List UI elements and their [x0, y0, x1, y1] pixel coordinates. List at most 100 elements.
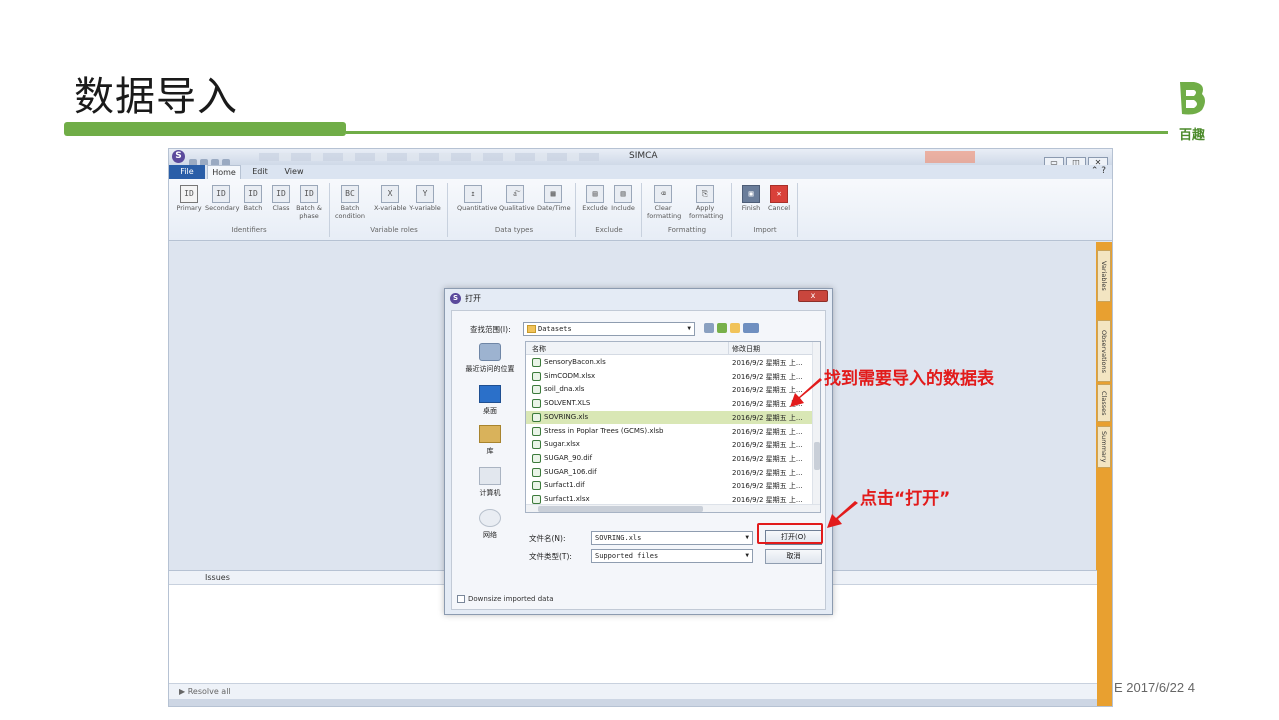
- network-icon: [479, 509, 501, 527]
- back-icon[interactable]: [704, 323, 714, 333]
- file-list-horizontal-scrollbar[interactable]: [526, 504, 820, 512]
- open-file-dialog: S 打开 x 查找范围(I): Datasets ▼ 最近访问的位置 桌面 库 …: [444, 288, 833, 615]
- downsize-checkbox[interactable]: Downsize imported data: [457, 595, 554, 603]
- look-in-combobox[interactable]: Datasets ▼: [523, 322, 695, 336]
- ribbon: ID Primary ID Secondary ID Batch ID Class ID…: [169, 179, 1112, 241]
- id-icon: ID: [272, 185, 290, 203]
- date-time-button[interactable]: ▦ Date/Time: [537, 183, 571, 221]
- look-in-value: Datasets: [538, 325, 572, 333]
- scroll-thumb[interactable]: [814, 442, 820, 470]
- file-row[interactable]: SOLVENT.XLS 2016/9/2 星期五 上...: [526, 397, 814, 411]
- dock-tab-summary[interactable]: Summary: [1097, 426, 1111, 468]
- dock-tab-variables[interactable]: Variables: [1097, 250, 1111, 302]
- y-variable-button[interactable]: Y Y-variable: [409, 183, 441, 221]
- file-row[interactable]: SUGAR_106.dif 2016/9/2 星期五 上...: [526, 466, 814, 480]
- view-menu-icon[interactable]: [743, 323, 759, 333]
- file-name: SimCODM.xlsx: [544, 371, 596, 380]
- file-icon: [532, 481, 541, 491]
- file-name-value: SOVRING.xls: [595, 534, 642, 542]
- cancel-button[interactable]: 取消: [765, 549, 822, 564]
- qualitative-button[interactable]: a͠ Qualitative: [499, 183, 535, 221]
- tab-view[interactable]: View: [279, 165, 309, 179]
- brand-logo-icon: [1180, 82, 1205, 115]
- title-underline-thick: [64, 122, 346, 136]
- file-name-input[interactable]: SOVRING.xls ▼: [591, 531, 753, 545]
- file-type-select[interactable]: Supported files ▼: [591, 549, 753, 563]
- batch-phase-id-button[interactable]: ID Batch & phase: [293, 183, 325, 221]
- footer-date-page: E 2017/6/22 4: [1114, 680, 1195, 695]
- file-date: 2016/9/2 星期五 上...: [732, 482, 803, 491]
- batch-condition-button[interactable]: BC Batch condition: [334, 183, 366, 221]
- tab-home[interactable]: Home: [207, 165, 241, 179]
- annotation-click-open: 点击“打开”: [860, 489, 951, 509]
- new-folder-icon[interactable]: [730, 323, 740, 333]
- quick-access-toolbar[interactable]: [189, 152, 239, 167]
- file-row[interactable]: soil_dna.xls 2016/9/2 星期五 上...: [526, 383, 814, 397]
- chevron-down-icon: ▼: [745, 534, 749, 541]
- file-icon: [532, 385, 541, 395]
- dialog-close-button[interactable]: x: [798, 290, 828, 302]
- include-button[interactable]: ▥ Include: [607, 183, 639, 221]
- apply-formatting-button[interactable]: ⎘ Apply formatting: [689, 183, 723, 221]
- dialog-nav-toolbar: [704, 323, 762, 333]
- group-label-data-types: Data types: [494, 226, 534, 234]
- file-name: Surfact1.xlsx: [544, 495, 590, 503]
- save-disk-icon: ▣: [742, 185, 760, 203]
- place-libraries[interactable]: 库: [460, 425, 520, 456]
- checkbox-box[interactable]: [457, 595, 465, 603]
- simca-logo-icon: S: [172, 150, 185, 163]
- column-header-name[interactable]: 名称: [532, 344, 546, 354]
- resolve-bar: ▶ Resolve all: [169, 683, 1097, 699]
- place-recent[interactable]: 最近访问的位置: [460, 343, 520, 374]
- file-icon: [532, 358, 541, 367]
- clear-formatting-button[interactable]: ⌫ Clear formatting: [647, 183, 681, 221]
- resolve-all-link[interactable]: ▶ Resolve all: [179, 687, 231, 696]
- look-in-label: 查找范围(I):: [470, 325, 511, 334]
- file-list-header: 名称 修改日期: [526, 342, 820, 355]
- dock-tab-observations[interactable]: Observations: [1097, 320, 1111, 382]
- group-label-formatting: Formatting: [667, 226, 707, 234]
- issues-label: Issues: [205, 573, 230, 582]
- y-icon: Y: [416, 185, 434, 203]
- tab-file[interactable]: File: [169, 165, 205, 179]
- id-icon: ID: [244, 185, 262, 203]
- title-underline-thin: [346, 131, 1168, 134]
- place-network[interactable]: 网络: [460, 509, 520, 540]
- dock-tab-classes[interactable]: Classes: [1097, 384, 1111, 422]
- secondary-id-button[interactable]: ID Secondary: [205, 183, 239, 221]
- ribbon-separator: [731, 183, 732, 237]
- x-variable-button[interactable]: X X-variable: [374, 183, 407, 221]
- primary-id-button[interactable]: ID Primary: [173, 183, 205, 221]
- file-icon: [532, 412, 541, 422]
- ribbon-separator: [447, 183, 448, 237]
- file-name: Sugar.xlsx: [544, 440, 580, 449]
- file-row[interactable]: SensoryBacon.xls 2016/9/2 星期五 上...: [526, 356, 814, 370]
- cancel-import-button[interactable]: ✕ Cancel: [763, 183, 795, 221]
- quantitative-button[interactable]: ↥ Quantitative: [457, 183, 497, 221]
- file-list-vertical-scrollbar[interactable]: [812, 342, 820, 512]
- qualitative-icon: a͠: [506, 185, 524, 203]
- app-titlebar: S SIMCA ▭ ◫ ✕: [169, 149, 1112, 169]
- ribbon-separator: [641, 183, 642, 237]
- help-button[interactable]: ⌃ ?: [1091, 166, 1106, 176]
- group-label-exclude: Exclude: [595, 226, 623, 234]
- file-row[interactable]: SimCODM.xlsx 2016/9/2 星期五 上...: [526, 370, 814, 384]
- recent-places-icon: [479, 343, 501, 361]
- help-label: ?: [1101, 166, 1106, 176]
- place-computer[interactable]: 计算机: [460, 467, 520, 498]
- quantitative-icon: ↥: [464, 185, 482, 203]
- file-name: SUGAR_106.dif: [544, 467, 597, 476]
- file-row[interactable]: Sugar.xlsx 2016/9/2 星期五 上...: [526, 438, 814, 452]
- file-name: SUGAR_90.dif: [544, 453, 593, 462]
- library-icon: [479, 425, 501, 443]
- file-row[interactable]: Surfact1.dif 2016/9/2 星期五 上...: [526, 479, 814, 493]
- up-folder-icon[interactable]: [717, 323, 727, 333]
- file-row[interactable]: SOVRING.xls 2016/9/2 星期五 上...: [526, 410, 814, 425]
- column-header-date[interactable]: 修改日期: [732, 344, 760, 354]
- file-row[interactable]: Stress in Poplar Trees (GCMS).xlsb 2016/9…: [526, 425, 814, 439]
- place-desktop[interactable]: 桌面: [460, 385, 520, 416]
- scroll-thumb[interactable]: [538, 506, 703, 512]
- tab-edit[interactable]: Edit: [247, 165, 273, 179]
- red-arrow-icon: [790, 378, 822, 407]
- file-row[interactable]: SUGAR_90.dif 2016/9/2 星期五 上...: [526, 452, 814, 466]
